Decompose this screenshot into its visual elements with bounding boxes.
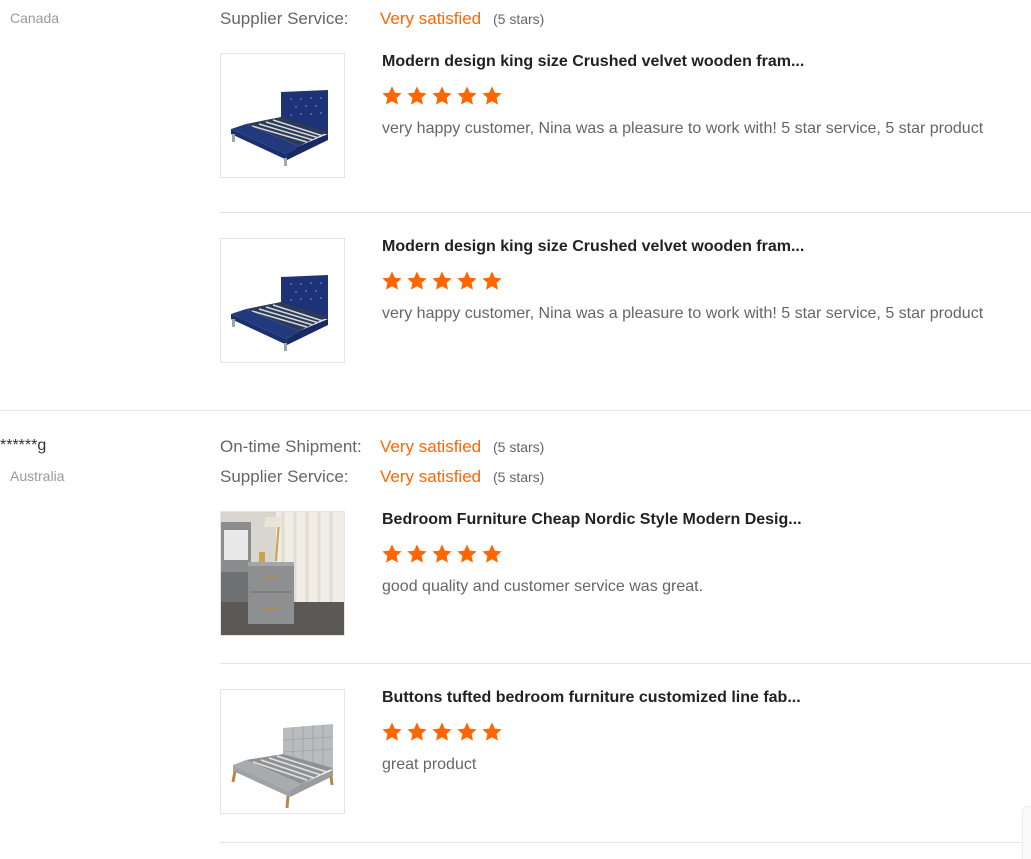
supplier-service-label: Supplier Service:	[220, 9, 349, 28]
reviewer-divider	[0, 410, 1031, 411]
product-rating-stars	[381, 270, 503, 292]
on-time-shipment-value: Very satisfied	[380, 437, 482, 456]
star-icon	[482, 544, 502, 563]
star-icon	[457, 722, 477, 741]
supplier-service-label: Supplier Service:	[220, 467, 349, 486]
product-title[interactable]: Modern design king size Crushed velvet w…	[382, 238, 804, 256]
star-icon	[407, 722, 427, 741]
divider	[220, 212, 1031, 213]
reviewer-country: Canada	[10, 10, 60, 26]
product-thumbnail[interactable]	[220, 511, 345, 636]
supplier-service-value: Very satisfied	[380, 467, 482, 486]
product-rating-stars	[381, 85, 503, 107]
nightstand-image	[221, 512, 344, 635]
product-title[interactable]: Buttons tufted bedroom furniture customi…	[382, 689, 801, 707]
star-icon	[407, 544, 427, 563]
star-icon	[382, 722, 402, 741]
on-time-shipment-stars: (5 stars)	[493, 439, 545, 455]
supplier-service-value: Very satisfied	[380, 9, 482, 28]
product-comment: great product	[382, 756, 477, 773]
star-icon	[432, 271, 452, 290]
star-icon	[457, 544, 477, 563]
product-title[interactable]: Modern design king size Crushed velvet w…	[382, 53, 804, 71]
product-thumbnail[interactable]	[220, 689, 345, 814]
product-thumbnail[interactable]	[220, 53, 345, 178]
supplier-service-stars: (5 stars)	[493, 11, 545, 27]
star-icon	[432, 722, 452, 741]
navy-bed-image	[231, 90, 328, 166]
reviewer-country: Australia	[10, 468, 65, 484]
divider	[220, 842, 1031, 843]
floating-panel-edge[interactable]	[1022, 806, 1031, 859]
star-icon	[457, 271, 477, 290]
star-icon	[382, 86, 402, 105]
navy-bed-image	[231, 275, 328, 351]
reviewer-name: ******g	[0, 437, 47, 454]
star-icon	[432, 544, 452, 563]
product-thumbnail[interactable]	[220, 238, 345, 363]
star-icon	[432, 86, 452, 105]
star-icon	[407, 271, 427, 290]
star-icon	[482, 86, 502, 105]
grey-bed-image	[231, 724, 334, 809]
star-icon	[482, 271, 502, 290]
product-comment: very happy customer, Nina was a pleasure…	[382, 305, 984, 322]
product-rating-stars	[381, 543, 503, 565]
supplier-service-stars: (5 stars)	[493, 469, 545, 485]
star-icon	[382, 544, 402, 563]
product-rating-stars	[381, 721, 503, 743]
star-icon	[407, 86, 427, 105]
product-comment: good quality and customer service was gr…	[382, 578, 704, 595]
divider	[220, 663, 1031, 664]
on-time-shipment-label: On-time Shipment:	[220, 437, 362, 456]
star-icon	[382, 271, 402, 290]
star-icon	[482, 722, 502, 741]
star-icon	[457, 86, 477, 105]
product-comment: very happy customer, Nina was a pleasure…	[382, 120, 984, 137]
product-title[interactable]: Bedroom Furniture Cheap Nordic Style Mod…	[382, 511, 802, 529]
